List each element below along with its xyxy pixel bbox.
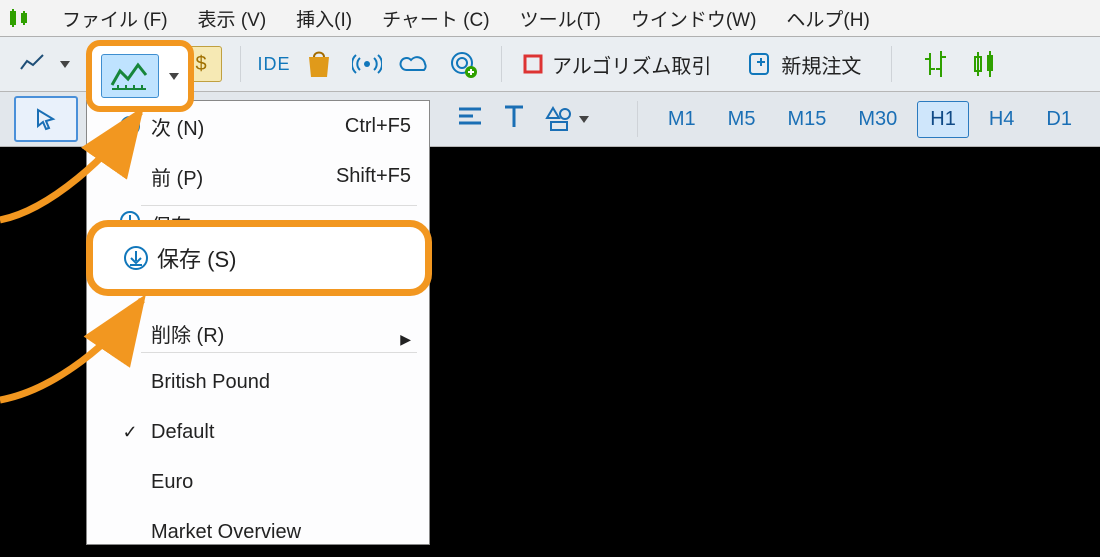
new-order-label: 新規注文 (781, 50, 861, 79)
new-order-button[interactable]: 新規注文 (737, 46, 871, 83)
menu-file[interactable]: ファイル (F) (62, 5, 168, 32)
menu-window[interactable]: ウインドウ(W) (631, 5, 757, 32)
menu-item-template-default[interactable]: ✓ Default (87, 407, 429, 457)
tf-m30[interactable]: M30 (846, 102, 909, 137)
template-default-label: Default (151, 421, 411, 444)
menu-divider-1 (141, 205, 417, 206)
template-market-overview-label: Market Overview (151, 521, 411, 544)
chart-type-dropdown-caret[interactable] (60, 61, 70, 68)
submenu-arrow-icon: ▶ (400, 331, 411, 348)
toolbar-separator (240, 46, 241, 82)
tf-m15[interactable]: M15 (775, 102, 838, 137)
shapes-tool-icon[interactable] (545, 106, 589, 132)
chart-template-caret[interactable] (169, 73, 179, 80)
candle-type-2[interactable] (964, 44, 1004, 84)
menu-next-label: 次 (N) (151, 112, 345, 141)
menu-item-template-market-overview[interactable]: Market Overview (87, 507, 429, 557)
tf-h1[interactable]: H1 (917, 101, 969, 138)
menu-insert[interactable]: 挿入(I) (296, 5, 352, 32)
tf-h4[interactable]: H4 (977, 102, 1027, 137)
algo-trading-label: アルゴリズム取引 (552, 50, 711, 79)
menu-item-template-british-pound[interactable]: British Pound (87, 357, 429, 407)
menu-item-remove[interactable]: 削除 (R) ▶ (87, 312, 429, 348)
template-euro-label: Euro (151, 471, 411, 494)
cloud-button[interactable] (395, 44, 435, 84)
next-icon (115, 115, 145, 137)
menu-prev-label: 前 (P) (151, 162, 336, 191)
template-british-pound-label: British Pound (151, 371, 411, 394)
algo-trading-button[interactable]: アルゴリズム取引 (512, 46, 721, 83)
checkmark-icon: ✓ (115, 422, 145, 443)
menu-remove-label: 削除 (R) (151, 319, 400, 348)
cursor-tool-button[interactable] (14, 96, 78, 142)
toolbar-separator-3 (891, 46, 892, 82)
menubar: ファイル (F) 表示 (V) 挿入(I) チャート (C) ツール(T) ウイ… (0, 0, 1100, 37)
menu-help[interactable]: ヘルプ(H) (786, 5, 869, 32)
menu-view[interactable]: 表示 (V) (198, 5, 267, 32)
ide-label: IDE (257, 54, 290, 75)
template-menu-popup: 次 (N) Ctrl+F5 前 (P) Shift+F5 保存 削除 (R) ▶… (86, 100, 430, 545)
candle-type-1[interactable] (916, 44, 956, 84)
tf-m5[interactable]: M5 (716, 102, 768, 137)
menu-chart[interactable]: チャート (C) (382, 5, 489, 32)
ide-button[interactable]: IDE (251, 44, 291, 84)
menu-item-template-euro[interactable]: Euro (87, 457, 429, 507)
signal-button[interactable] (347, 44, 387, 84)
menu-divider-2 (141, 352, 417, 353)
radar-plus-button[interactable] (443, 44, 483, 84)
save-icon (121, 245, 151, 271)
text-tool-icon[interactable] (503, 103, 525, 135)
line-chart-button[interactable] (12, 44, 52, 84)
menu-item-prev[interactable]: 前 (P) Shift+F5 (87, 151, 429, 201)
shapes-tool-caret[interactable] (579, 116, 589, 123)
chart-template-icon (101, 54, 159, 98)
menu-next-shortcut: Ctrl+F5 (345, 115, 411, 138)
tf-d1[interactable]: D1 (1034, 102, 1084, 137)
toolbar-separator-2 (501, 46, 502, 82)
menu-prev-shortcut: Shift+F5 (336, 165, 411, 188)
chart-template-button-highlight[interactable] (86, 40, 194, 112)
menu-item-save-highlight[interactable]: 保存 (S) (86, 220, 432, 296)
menu-tools[interactable]: ツール(T) (520, 5, 601, 32)
app-icon (8, 6, 32, 30)
tf-m1[interactable]: M1 (656, 102, 708, 137)
list-lines-icon[interactable] (457, 105, 483, 133)
market-button[interactable] (299, 44, 339, 84)
tf-separator (637, 101, 638, 137)
menu-save-label: 保存 (S) (157, 242, 236, 274)
